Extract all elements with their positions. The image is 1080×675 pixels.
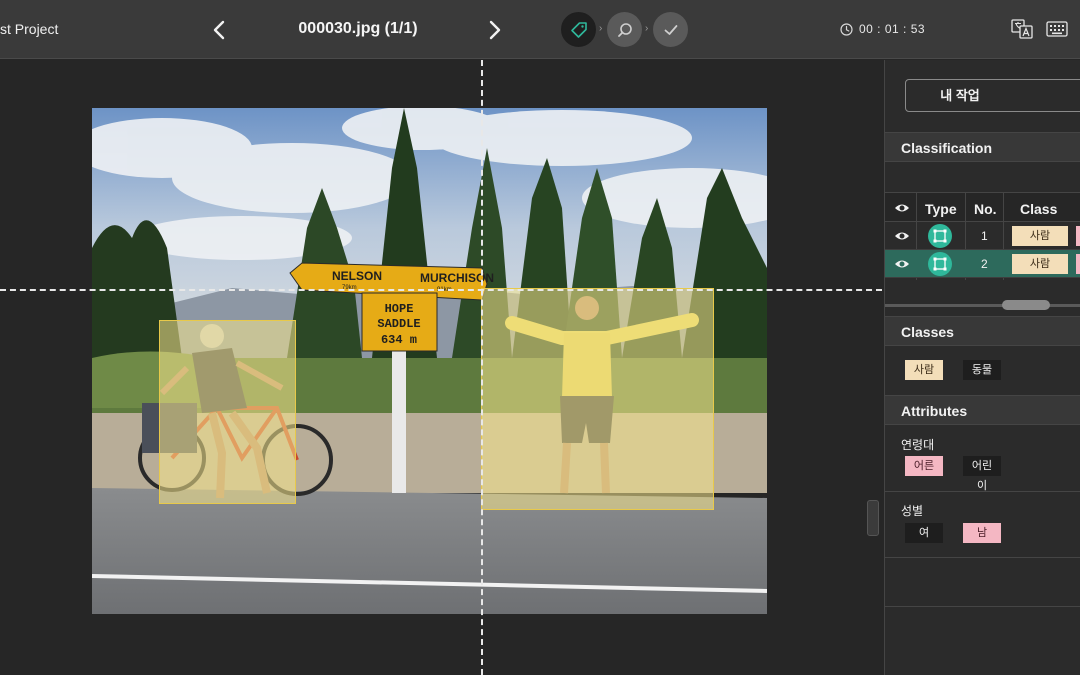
sign-text-hope: HOPE <box>385 302 414 316</box>
bounding-box-type-icon <box>928 252 952 276</box>
step-done-button[interactable] <box>653 12 688 47</box>
panel-bottom-divider <box>885 606 1080 607</box>
step-label-button[interactable] <box>561 12 596 47</box>
file-title: 000030.jpg (1/1) <box>298 20 418 37</box>
prev-image-button[interactable] <box>207 16 231 44</box>
check-icon <box>664 24 677 35</box>
clock-icon <box>840 22 853 36</box>
row-number: 1 <box>981 229 988 243</box>
eye-icon[interactable] <box>894 201 910 215</box>
my-task-button[interactable]: 내 작업 <box>905 79 1080 112</box>
timer-value: 00 : 01 : 53 <box>859 22 926 36</box>
keyboard-shortcuts-button[interactable] <box>1045 18 1069 40</box>
class-chip-person[interactable]: 사람 <box>905 360 943 380</box>
crosshair-horizontal <box>0 289 882 291</box>
bounding-box-1[interactable] <box>159 320 296 504</box>
attribute-chip-child[interactable]: 어린이 <box>963 456 1001 492</box>
class-tag: 사람 <box>1012 254 1068 274</box>
translate-button[interactable] <box>1010 18 1034 40</box>
step-separator: › <box>599 23 603 34</box>
annotation-canvas[interactable]: NELSON 79km MURCHISON 91km HOPE SADDLE 6… <box>0 60 882 675</box>
top-bar: st Project 000030.jpg (1/1) › › 00 : 01 … <box>0 0 1080 59</box>
eye-icon[interactable] <box>894 229 910 243</box>
attributes-header: Attributes <box>885 395 1080 425</box>
keyboard-icon <box>1046 21 1068 37</box>
sign-text-elevation: 634 m <box>381 333 417 347</box>
eye-icon[interactable] <box>894 257 910 271</box>
next-image-button[interactable] <box>483 16 507 44</box>
search-icon <box>617 22 632 37</box>
chevron-left-icon <box>213 20 225 40</box>
table-row[interactable]: 1 사람 <box>885 222 1080 250</box>
right-panel: 내 작업 Classification Type No. Class 1 사람 … <box>884 60 1080 675</box>
step-separator: › <box>645 23 649 34</box>
class-chip-animal[interactable]: 동물 <box>963 360 1001 380</box>
chevron-right-icon <box>489 20 501 40</box>
classes-header: Classes <box>885 316 1080 346</box>
attribute-tag <box>1076 254 1080 274</box>
bounding-box-2[interactable] <box>481 288 714 510</box>
table-row-selected[interactable]: 2 사람 <box>885 250 1080 278</box>
attribute-label-gender: 성별 <box>901 504 924 518</box>
column-header-type: Type <box>925 201 957 217</box>
project-name: st Project <box>0 21 59 37</box>
attribute-chip-male[interactable]: 남 <box>963 523 1001 543</box>
attribute-label-age: 연령대 <box>901 438 935 452</box>
class-tag: 사람 <box>1012 226 1068 246</box>
attribute-divider <box>885 557 1080 558</box>
tag-icon <box>570 21 587 38</box>
attribute-tag <box>1076 226 1080 246</box>
translate-icon <box>1011 19 1033 39</box>
bounding-box-type-icon <box>928 224 952 248</box>
attribute-chip-adult[interactable]: 어른 <box>905 456 943 476</box>
attribute-divider <box>885 491 1080 492</box>
classification-header: Classification <box>885 132 1080 162</box>
column-header-no: No. <box>974 201 997 217</box>
sign-text-saddle: SADDLE <box>377 317 420 331</box>
column-header-class: Class <box>1020 201 1058 217</box>
row-number: 2 <box>981 257 988 271</box>
sign-text-nelson: NELSON <box>332 269 382 283</box>
step-review-button[interactable] <box>607 12 642 47</box>
panel-resize-handle[interactable] <box>867 500 879 536</box>
crosshair-vertical <box>481 60 483 675</box>
timer: 00 : 01 : 53 <box>840 22 925 36</box>
horizontal-scrollbar[interactable] <box>885 304 1080 307</box>
attribute-chip-female[interactable]: 여 <box>905 523 943 543</box>
scrollbar-thumb[interactable] <box>1002 300 1050 310</box>
classification-table-header: Type No. Class <box>885 192 1080 222</box>
